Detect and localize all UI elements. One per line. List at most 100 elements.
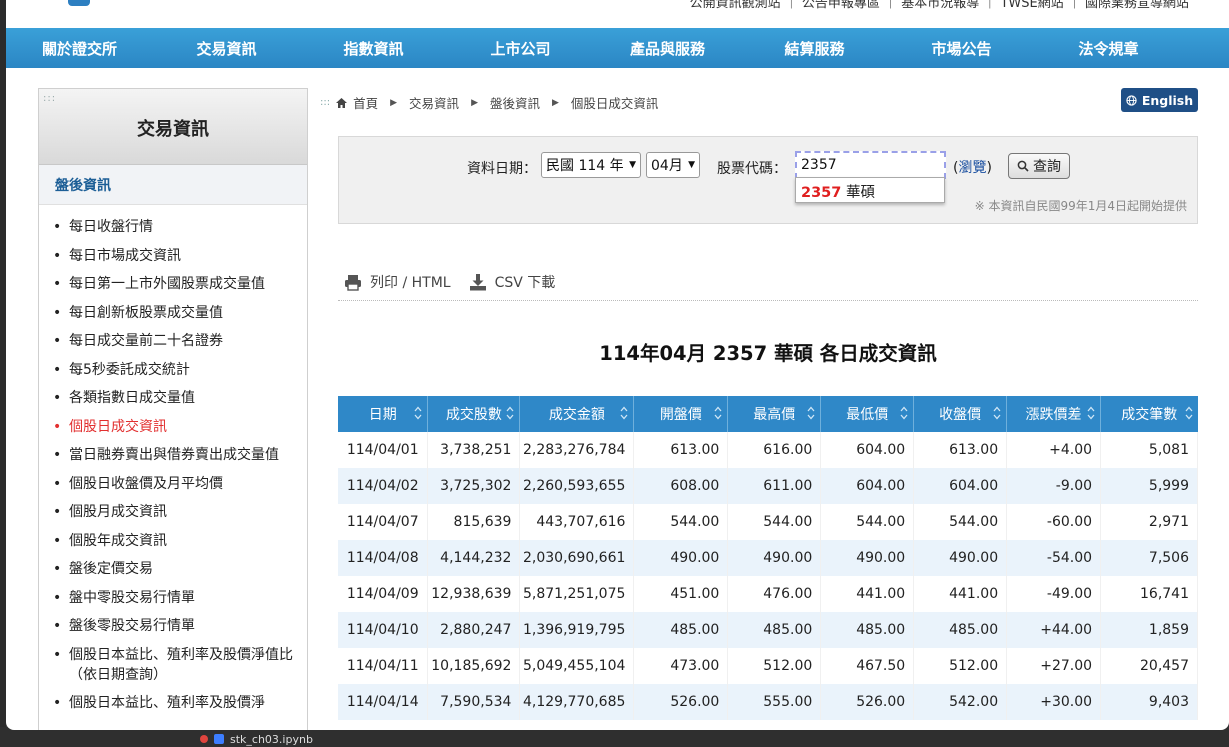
table-cell: 485.00 (820, 612, 915, 648)
table-cell: 611.00 (727, 468, 822, 504)
sidebar-item[interactable]: 每5秒委託成交統計 (53, 360, 297, 380)
close-dot-icon (200, 735, 208, 743)
breadcrumb-home[interactable]: 首頁 (353, 93, 378, 112)
sort-icon (714, 406, 722, 420)
grip-icon: ::: (43, 93, 57, 104)
top-utility-strip: 公開資訊觀測站 ｜ 公告申報專區 ｜ 基本市況報導 ｜ TWSE網站 ｜ 國際業… (6, 0, 1229, 28)
print-button[interactable]: 列印 / HTML (344, 272, 451, 292)
sidebar-item[interactable]: 盤後定價交易 (53, 559, 297, 579)
table-cell: 4,129,770,685 (519, 684, 635, 720)
year-select[interactable]: 民國 114 年 ▼ (541, 152, 641, 178)
sidebar-header: ::: 交易資訊 (39, 89, 307, 165)
column-header-label: 收盤價 (939, 407, 982, 423)
table-cell: 604.00 (913, 468, 1008, 504)
breadcrumb-after-hours[interactable]: 盤後資訊 (490, 93, 540, 112)
column-header-label: 日期 (368, 407, 397, 423)
sidebar: ::: 交易資訊 盤後資訊 每日收盤行情每日市場成交資訊每日第一上市外國股票成交… (38, 88, 308, 730)
table-cell: 114/04/07 (338, 504, 429, 540)
stock-code-input[interactable]: 2357 (795, 151, 946, 179)
sidebar-item[interactable]: 個股月成交資訊 (53, 502, 297, 522)
sort-icon (414, 406, 422, 420)
sort-icon (620, 406, 628, 420)
column-header[interactable]: 漲跌價差 (1006, 396, 1102, 432)
english-button[interactable]: English (1121, 88, 1198, 112)
table-row: 114/04/11 10,185,692 5,049,455,104 473.00 51… (338, 648, 1198, 684)
column-header[interactable]: 收盤價 (913, 396, 1008, 432)
table-row: 114/04/08 4,144,232 2,030,690,661 490.00 490… (338, 540, 1198, 576)
sidebar-item[interactable]: 個股日收盤價及月平均價 (53, 474, 297, 494)
table-cell: 512.00 (727, 648, 822, 684)
utility-links[interactable]: 公開資訊觀測站 ｜ 公告申報專區 ｜ 基本市況報導 ｜ TWSE網站 ｜ 國際業… (690, 0, 1189, 11)
column-header-label: 成交股數 (445, 407, 502, 423)
table-cell: -54.00 (1006, 540, 1102, 576)
browser-window: 公開資訊觀測站 ｜ 公告申報專區 ｜ 基本市況報導 ｜ TWSE網站 ｜ 國際業… (6, 0, 1229, 730)
suggestion-name: 華碩 (845, 185, 875, 201)
table-row: 114/04/14 7,590,534 4,129,770,685 526.00 555… (338, 684, 1198, 720)
sidebar-item[interactable]: 個股日成交資訊 (53, 417, 297, 437)
main-nav: 關於證交所 交易資訊 指數資訊 上市公司 產品與服務 結算服務 市場公告 法令規… (6, 28, 1229, 68)
taskbar-tab[interactable]: stk_ch03.ipynb (200, 731, 313, 747)
sidebar-item[interactable]: 每日第一上市外國股票成交量值 (53, 274, 297, 294)
breadcrumb-trading[interactable]: 交易資訊 (409, 93, 459, 112)
table-cell: +44.00 (1006, 612, 1102, 648)
filter-panel: 資料日期： 民國 114 年 ▼ 04月 ▼ 股票代碼： 2357 2357 華… (338, 136, 1198, 224)
nav-item-announcements[interactable]: 市場公告 (888, 38, 1035, 59)
sidebar-section[interactable]: 盤後資訊 (39, 165, 307, 205)
breadcrumb-current: 個股日成交資訊 (570, 96, 659, 111)
sidebar-item[interactable]: 每日市場成交資訊 (53, 246, 297, 266)
table-header-row: 日期 成交股數 成交金額 開盤價 最高價 最低價 收盤價 漲跌價差 成交筆數 (338, 396, 1198, 432)
sidebar-item[interactable]: 個股年成交資訊 (53, 531, 297, 551)
table-cell: 476.00 (727, 576, 822, 612)
table-cell: 5,081 (1100, 432, 1198, 468)
table-cell: 490.00 (913, 540, 1008, 576)
table-cell: 1,396,919,795 (519, 612, 635, 648)
sidebar-item[interactable]: 每日創新板股票成交量值 (53, 303, 297, 323)
table-cell: 542.00 (913, 684, 1008, 720)
nav-item-index[interactable]: 指數資訊 (300, 38, 447, 59)
suggestion-code: 2357 (801, 185, 842, 201)
nav-item-trading[interactable]: 交易資訊 (153, 38, 300, 59)
table-cell: 526.00 (820, 684, 915, 720)
nav-item-products[interactable]: 產品與服務 (594, 38, 741, 59)
table-cell: 7,590,534 (427, 684, 521, 720)
sidebar-item[interactable]: 每日成交量前二十名證券 (53, 331, 297, 351)
nav-item-listed[interactable]: 上市公司 (447, 38, 594, 59)
nav-item-about[interactable]: 關於證交所 (6, 38, 153, 59)
column-header[interactable]: 開盤價 (633, 396, 729, 432)
column-header[interactable]: 日期 (338, 396, 429, 432)
table-cell: 544.00 (820, 504, 915, 540)
autocomplete-suggestion[interactable]: 2357 華碩 (795, 177, 945, 203)
table-row: 114/04/02 3,725,302 2,260,593,655 608.00 611… (338, 468, 1198, 504)
column-header[interactable]: 最低價 (820, 396, 915, 432)
sidebar-item[interactable]: 盤後零股交易行情單 (53, 616, 297, 636)
nav-item-regulations[interactable]: 法令規章 (1035, 38, 1182, 59)
column-header[interactable]: 成交股數 (427, 396, 521, 432)
table-cell: 473.00 (633, 648, 729, 684)
table-cell: 604.00 (820, 468, 915, 504)
table-cell: +27.00 (1006, 648, 1102, 684)
table-cell: 2,880,247 (427, 612, 521, 648)
browse-link[interactable]: 瀏覽 (958, 160, 986, 176)
sidebar-item[interactable]: 每日收盤行情 (53, 217, 297, 237)
query-button[interactable]: 查詢 (1008, 153, 1070, 179)
nav-item-clearing[interactable]: 結算服務 (741, 38, 888, 59)
table-cell: 2,030,690,661 (519, 540, 635, 576)
column-header[interactable]: 成交筆數 (1100, 396, 1198, 432)
sidebar-item[interactable]: 個股日本益比、殖利率及股價淨值比（依日期查詢） (53, 645, 297, 685)
csv-label: CSV 下載 (494, 275, 556, 291)
table-cell: 443,707,616 (519, 504, 635, 540)
column-header-label: 開盤價 (659, 407, 702, 423)
sidebar-item[interactable]: 個股日本益比、殖利率及股價淨 (53, 693, 297, 713)
sidebar-item[interactable]: 當日融券賣出與借券賣出成交量值 (53, 445, 297, 465)
report-title: 114年04月 2357 華碩 各日成交資訊 (599, 342, 937, 365)
csv-download-button[interactable]: CSV 下載 (469, 272, 556, 292)
month-select[interactable]: 04月 ▼ (646, 152, 700, 178)
column-header[interactable]: 最高價 (727, 396, 822, 432)
table-cell: 114/04/10 (338, 612, 429, 648)
sidebar-item[interactable]: 盤中零股交易行情單 (53, 588, 297, 608)
table-cell: 3,725,302 (427, 468, 521, 504)
sidebar-item[interactable]: 各類指數日成交量值 (53, 388, 297, 408)
table-cell: 114/04/08 (338, 540, 429, 576)
query-label: 查詢 (1033, 159, 1061, 175)
column-header[interactable]: 成交金額 (519, 396, 635, 432)
